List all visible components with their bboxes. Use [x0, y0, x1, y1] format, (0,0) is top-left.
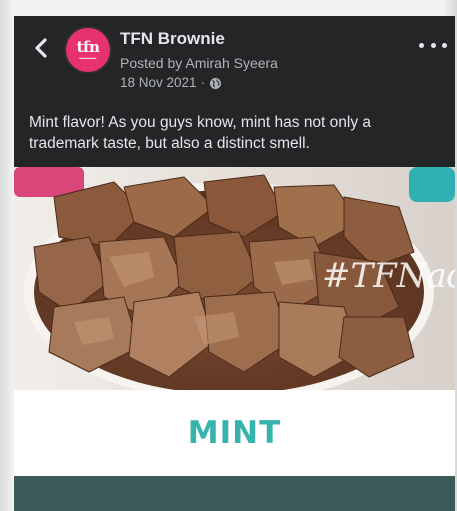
chevron-left-icon — [35, 38, 47, 58]
more-dot — [430, 42, 436, 48]
post-caption: Mint flavor! As you guys know, mint has … — [29, 114, 372, 152]
post-screen: tfn ▬▬▬▬ TFN Brownie Posted by Amirah Sy… — [14, 16, 455, 511]
watermark-text: #TFNadd — [322, 256, 455, 296]
flavor-label: MINT — [187, 415, 282, 451]
avatar-logo-text: tfn — [76, 38, 100, 56]
brownie-chips-illustration: #TFNadd — [14, 167, 455, 390]
avatar-logo-subtext: ▬▬▬▬ — [79, 55, 97, 60]
more-horizontal-icon — [419, 42, 424, 48]
meta-separator: · — [200, 75, 206, 90]
avatar[interactable]: tfn ▬▬▬▬ — [66, 28, 110, 72]
post-date: 18 Nov 2021 — [120, 75, 197, 90]
more-dot — [442, 42, 447, 48]
back-button[interactable] — [30, 34, 52, 62]
flavor-panel: MINT — [14, 390, 455, 476]
posted-by: Posted by Amirah Syeera — [120, 55, 278, 71]
bottom-color-band — [14, 476, 455, 511]
device-frame: tfn ▬▬▬▬ TFN Brownie Posted by Amirah Sy… — [0, 0, 457, 511]
more-options-button[interactable] — [419, 38, 447, 52]
post-header: tfn ▬▬▬▬ TFN Brownie Posted by Amirah Sy… — [14, 16, 455, 101]
globe-icon — [210, 77, 222, 89]
post-photo[interactable]: #TFNadd — [14, 167, 455, 390]
post-meta: 18 Nov 2021 · — [120, 74, 222, 92]
page-name[interactable]: TFN Brownie — [120, 29, 225, 49]
